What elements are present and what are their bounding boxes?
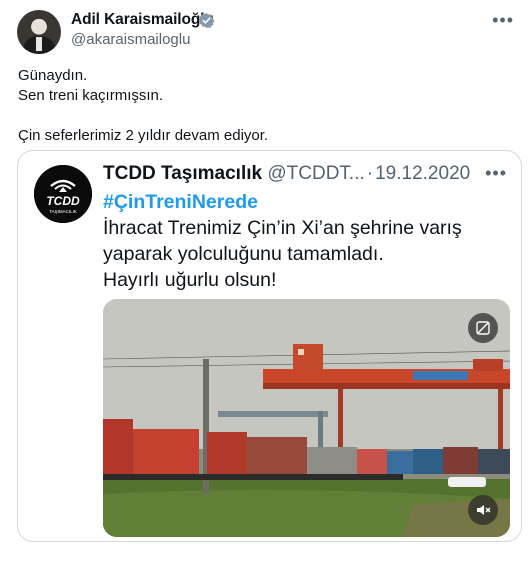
more-horizontal-icon[interactable]: •••	[492, 10, 514, 31]
author-handle[interactable]: @akaraismailoglu	[71, 31, 190, 48]
tcdd-logo-icon: TCDD TAŞIMACILIK	[34, 165, 92, 223]
logo-subtext: TAŞIMACILIK	[49, 209, 77, 214]
quoted-body-line: Hayırlı uğurlu olsun!	[103, 269, 277, 291]
quoted-tweet[interactable]: TCDD TAŞIMACILIK TCDD Taşımacılık @TCDDT…	[17, 150, 522, 542]
mute-icon[interactable]	[468, 495, 498, 525]
author-name[interactable]: Adil Karaismailoğlu	[71, 11, 214, 29]
quoted-body: İhracat Trenimiz Çin’in Xi’an şehrine va…	[103, 215, 508, 293]
verified-badge-icon	[198, 13, 215, 28]
quoted-media-image[interactable]	[103, 299, 510, 537]
avatar-shirt	[36, 37, 42, 51]
logo-text: TCDD	[46, 194, 80, 208]
quoted-hashtag-link[interactable]: #ÇinTreniNerede	[103, 191, 258, 214]
separator-dot: ·	[366, 163, 374, 184]
tweet-line: Günaydın.	[18, 67, 88, 84]
author-avatar[interactable]	[17, 10, 61, 54]
tweet-line: Sen treni kaçırmışsın.	[18, 87, 164, 104]
quoted-date[interactable]: 19.12.2020	[375, 163, 470, 184]
more-horizontal-icon[interactable]: •••	[485, 163, 507, 184]
quoted-author-name[interactable]: TCDD Taşımacılık	[103, 163, 262, 184]
gif-settings-icon[interactable]	[468, 313, 498, 343]
quoted-author-handle[interactable]: @TCDDT...	[267, 163, 364, 184]
quoted-body-line: İhracat Trenimiz Çin’in Xi’an şehrine va…	[103, 217, 462, 239]
tcdd-logo-avatar[interactable]: TCDD TAŞIMACILIK	[34, 165, 92, 223]
tweet-line: Çin seferlerimiz 2 yıldır devam ediyor.	[18, 127, 269, 144]
tweet-text: Günaydın. Sen treni kaçırmışsın. Çin sef…	[18, 66, 268, 146]
quoted-header: TCDD Taşımacılık @TCDDT... · 19.12.2020	[103, 163, 470, 185]
freight-terminal-photo	[103, 299, 510, 537]
quoted-body-line: yaparak yolculuğunu tamamladı.	[103, 243, 384, 265]
